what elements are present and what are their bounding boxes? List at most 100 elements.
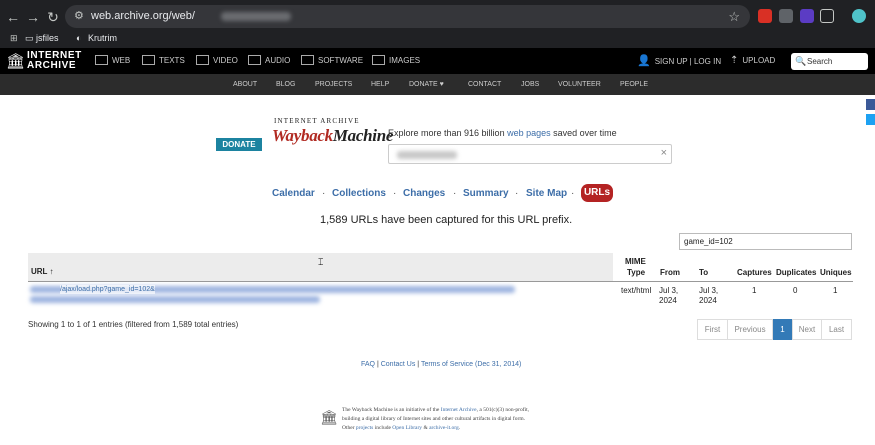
subnav-blog[interactable]: BLOG [276, 80, 295, 90]
about-l3g: . [458, 425, 461, 431]
forward-icon[interactable]: → [24, 8, 42, 26]
row-uniques: 1 [833, 286, 838, 295]
donate-button[interactable]: DONATE [216, 138, 262, 151]
page-last[interactable]: Last [821, 319, 852, 340]
bookmarks-bar: ⊞ ▭ jsfiles ◐ Krutrim [0, 30, 875, 48]
col-url[interactable]: URL ↑ [31, 267, 54, 277]
open-library-link[interactable]: Open Library [392, 425, 422, 431]
back-icon[interactable]: ← [4, 8, 22, 26]
ia-logo-icon[interactable]: 🏛 [6, 53, 25, 70]
tab-urls[interactable]: URLs [581, 184, 613, 202]
nav-texts-label: TEXTS [159, 56, 185, 65]
about-l3a: Other [342, 425, 356, 431]
faq-link[interactable]: FAQ [361, 361, 375, 368]
row-mime: text/html [621, 286, 652, 295]
col-mime-line1[interactable]: MIME [625, 257, 646, 267]
subnav-contact[interactable]: CONTACT [468, 80, 501, 90]
tos-link[interactable]: Terms of Service (Dec 31, 2014) [421, 361, 521, 368]
wayback-logo[interactable]: WaybackMachine [272, 126, 393, 146]
tab-separator: · [322, 188, 326, 199]
search-icon: 🔍 [795, 56, 807, 66]
subnav-about[interactable]: ABOUT [233, 80, 257, 90]
subnav-help[interactable]: HELP [371, 80, 389, 90]
logo-wayback-part: Wayback [272, 126, 333, 145]
clear-icon[interactable]: × [661, 147, 667, 159]
col-mime-line2[interactable]: Type [627, 268, 645, 278]
twitter-icon[interactable] [866, 114, 875, 125]
tab-summary[interactable]: Summary [463, 188, 509, 200]
ia-sub-nav: ABOUT BLOG PROJECTS HELP DONATE ♥ CONTAC… [0, 74, 875, 95]
internet-archive-link[interactable]: Internet Archive [441, 407, 477, 413]
tab-separator: · [571, 188, 575, 199]
subnav-projects[interactable]: PROJECTS [315, 80, 352, 90]
nav-web-label: WEB [112, 56, 131, 65]
tab-calendar[interactable]: Calendar [272, 188, 315, 200]
archive-it-link[interactable]: archive-it.org [429, 425, 459, 431]
extension-icon[interactable] [800, 9, 814, 23]
film-icon [196, 55, 209, 65]
nav-images[interactable]: IMAGES [372, 55, 420, 67]
subnav-donate[interactable]: DONATE ♥ [409, 80, 444, 90]
tab-separator: · [515, 188, 519, 199]
page-1[interactable]: 1 [773, 319, 792, 340]
col-uniques[interactable]: Uniques [820, 268, 852, 278]
book-icon [142, 55, 155, 65]
apps-icon[interactable]: ⊞ [10, 32, 18, 45]
nav-software[interactable]: SOFTWARE [301, 55, 363, 67]
col-captures[interactable]: Captures [737, 268, 772, 278]
bookmark-jsfiles[interactable]: jsfiles [36, 32, 59, 45]
upload-icon: ⇡ [730, 55, 739, 66]
facebook-icon[interactable] [866, 99, 875, 110]
footer-links: FAQ | Contact Us | Terms of Service (Dec… [361, 360, 521, 369]
row-from-date: Jul 3, [659, 286, 679, 295]
address-url: web.archive.org/web/ [91, 10, 195, 22]
projects-link[interactable]: projects [356, 425, 373, 431]
profile-avatar[interactable] [852, 9, 866, 23]
ia-building-icon: 🏛 [320, 409, 338, 425]
page-next[interactable]: Next [792, 319, 822, 340]
row-to-year: 2024 [699, 296, 717, 305]
about-l1c: , a 501(c)(3) non-profit, [476, 407, 530, 413]
nav-software-label: SOFTWARE [318, 56, 364, 65]
ia-search-input[interactable]: 🔍 Search [791, 53, 868, 70]
about-l1a: The Wayback Machine is an initiative of … [342, 407, 441, 413]
nav-video[interactable]: VIDEO [196, 55, 238, 67]
web-pages-link[interactable]: web pages [507, 128, 551, 138]
signup-login[interactable]: 👤 SIGN UP | LOG IN [637, 55, 721, 68]
subnav-jobs[interactable]: JOBS [521, 80, 539, 90]
col-duplicates[interactable]: Duplicates [776, 268, 816, 278]
subnav-volunteer[interactable]: VOLUNTEER [558, 80, 601, 90]
row-url-link[interactable]: /ajax/load.php?game_id=102& [60, 285, 155, 294]
extension-icon[interactable] [758, 9, 772, 23]
table-divider [28, 281, 853, 282]
subnav-people[interactable]: PEOPLE [620, 80, 648, 90]
tab-separator: · [393, 188, 397, 199]
bottom-about-text: The Wayback Machine is an initiative of … [342, 406, 592, 433]
row-captures: 1 [752, 286, 757, 295]
col-to[interactable]: To [699, 268, 708, 278]
page-previous[interactable]: Previous [727, 319, 773, 340]
site-info-icon[interactable]: ⚙ [74, 10, 87, 23]
tab-collections[interactable]: Collections [332, 188, 386, 200]
contact-link[interactable]: Contact Us [381, 361, 416, 368]
nav-web[interactable]: WEB [95, 55, 130, 67]
wayback-url-input[interactable]: × [388, 144, 672, 164]
extension-icon[interactable] [779, 9, 793, 23]
col-from[interactable]: From [660, 268, 680, 278]
row-to-date: Jul 3, [699, 286, 719, 295]
page-first[interactable]: First [697, 319, 728, 340]
floppy-icon [301, 55, 314, 65]
browser-chrome: ← → ↻ ⚙ web.archive.org/web/ ☆ ⊞ ▭ jsfil… [0, 0, 875, 48]
reload-icon[interactable]: ↻ [44, 8, 62, 26]
address-bar[interactable]: ⚙ web.archive.org/web/ ☆ [65, 5, 750, 28]
filter-input[interactable]: game_id=102 [679, 233, 852, 250]
upload-link[interactable]: ⇡ UPLOAD [730, 55, 775, 67]
nav-texts[interactable]: TEXTS [142, 55, 185, 67]
tab-sitemap[interactable]: Site Map [526, 188, 567, 200]
bookmark-krutrim[interactable]: Krutrim [88, 32, 117, 45]
star-icon[interactable]: ☆ [728, 9, 740, 25]
extensions-puzzle-icon[interactable] [820, 9, 834, 23]
tab-changes[interactable]: Changes [403, 188, 445, 200]
nav-audio[interactable]: AUDIO [248, 55, 290, 67]
ia-logo-text[interactable]: INTERNET ARCHIVE [27, 51, 82, 71]
